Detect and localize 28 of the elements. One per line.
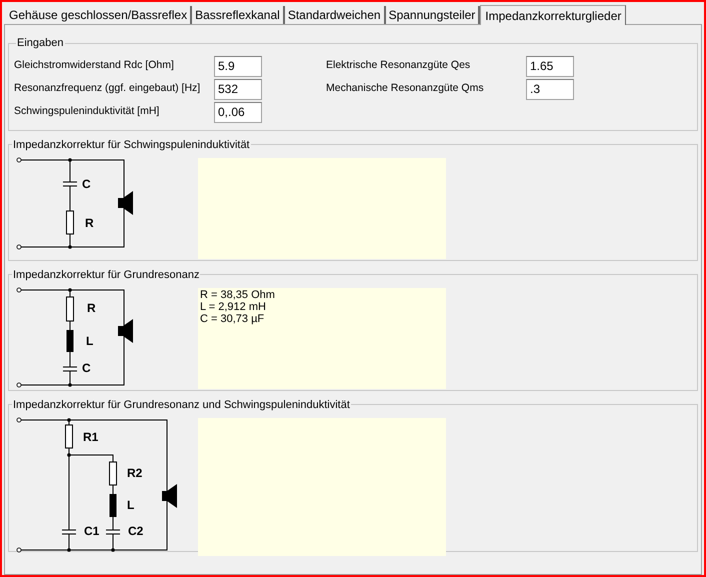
component-label: R1	[83, 430, 98, 444]
group-title: Eingaben	[16, 36, 64, 51]
component-label: C1	[84, 524, 100, 538]
component-label: C	[82, 361, 91, 376]
component-label: R	[85, 216, 94, 230]
result-text: C = 30,73 µF	[200, 313, 266, 325]
field-label: Mechanische Resonanzgüte Qms	[326, 81, 485, 96]
field-label: Schwingspuleninduktivität [mH]	[14, 104, 160, 120]
input-field[interactable]: 5.9	[214, 56, 262, 76]
field-label: Gleichstromwiderstand Rdc [Ohm]	[14, 58, 175, 74]
component-label: L	[86, 334, 94, 348]
group-title: Impedanzkorrektur für Grundresonanz und Schwingspuleninduktivität	[12, 398, 351, 412]
component-label: C2	[128, 524, 144, 538]
result-text: L = 2,912 mH	[200, 301, 267, 313]
field-label: Resonanzfrequenz (ggf. eingebaut) [Hz]	[14, 81, 202, 96]
component-label: R2	[127, 466, 142, 480]
group-title: Impedanzkorrektur für Schwingspuleninduktivität	[12, 138, 251, 152]
component-label: C	[82, 177, 91, 192]
component-label: R	[87, 301, 96, 316]
input-field[interactable]: 1.65	[526, 56, 574, 76]
input-field[interactable]: .3	[526, 78, 574, 100]
input-field[interactable]: 0,.06	[214, 102, 262, 122]
result-text: R = 38,35 Ohm	[200, 289, 276, 301]
group-title: Impedanzkorrektur für Grundresonanz	[12, 268, 200, 282]
component-label: L	[127, 498, 134, 512]
input-field[interactable]: 532	[214, 78, 262, 100]
tab[interactable]: Impedanzkorrekturglieder	[480, 5, 626, 25]
field-label: Elektrische Resonanzgüte Qes	[326, 58, 472, 74]
